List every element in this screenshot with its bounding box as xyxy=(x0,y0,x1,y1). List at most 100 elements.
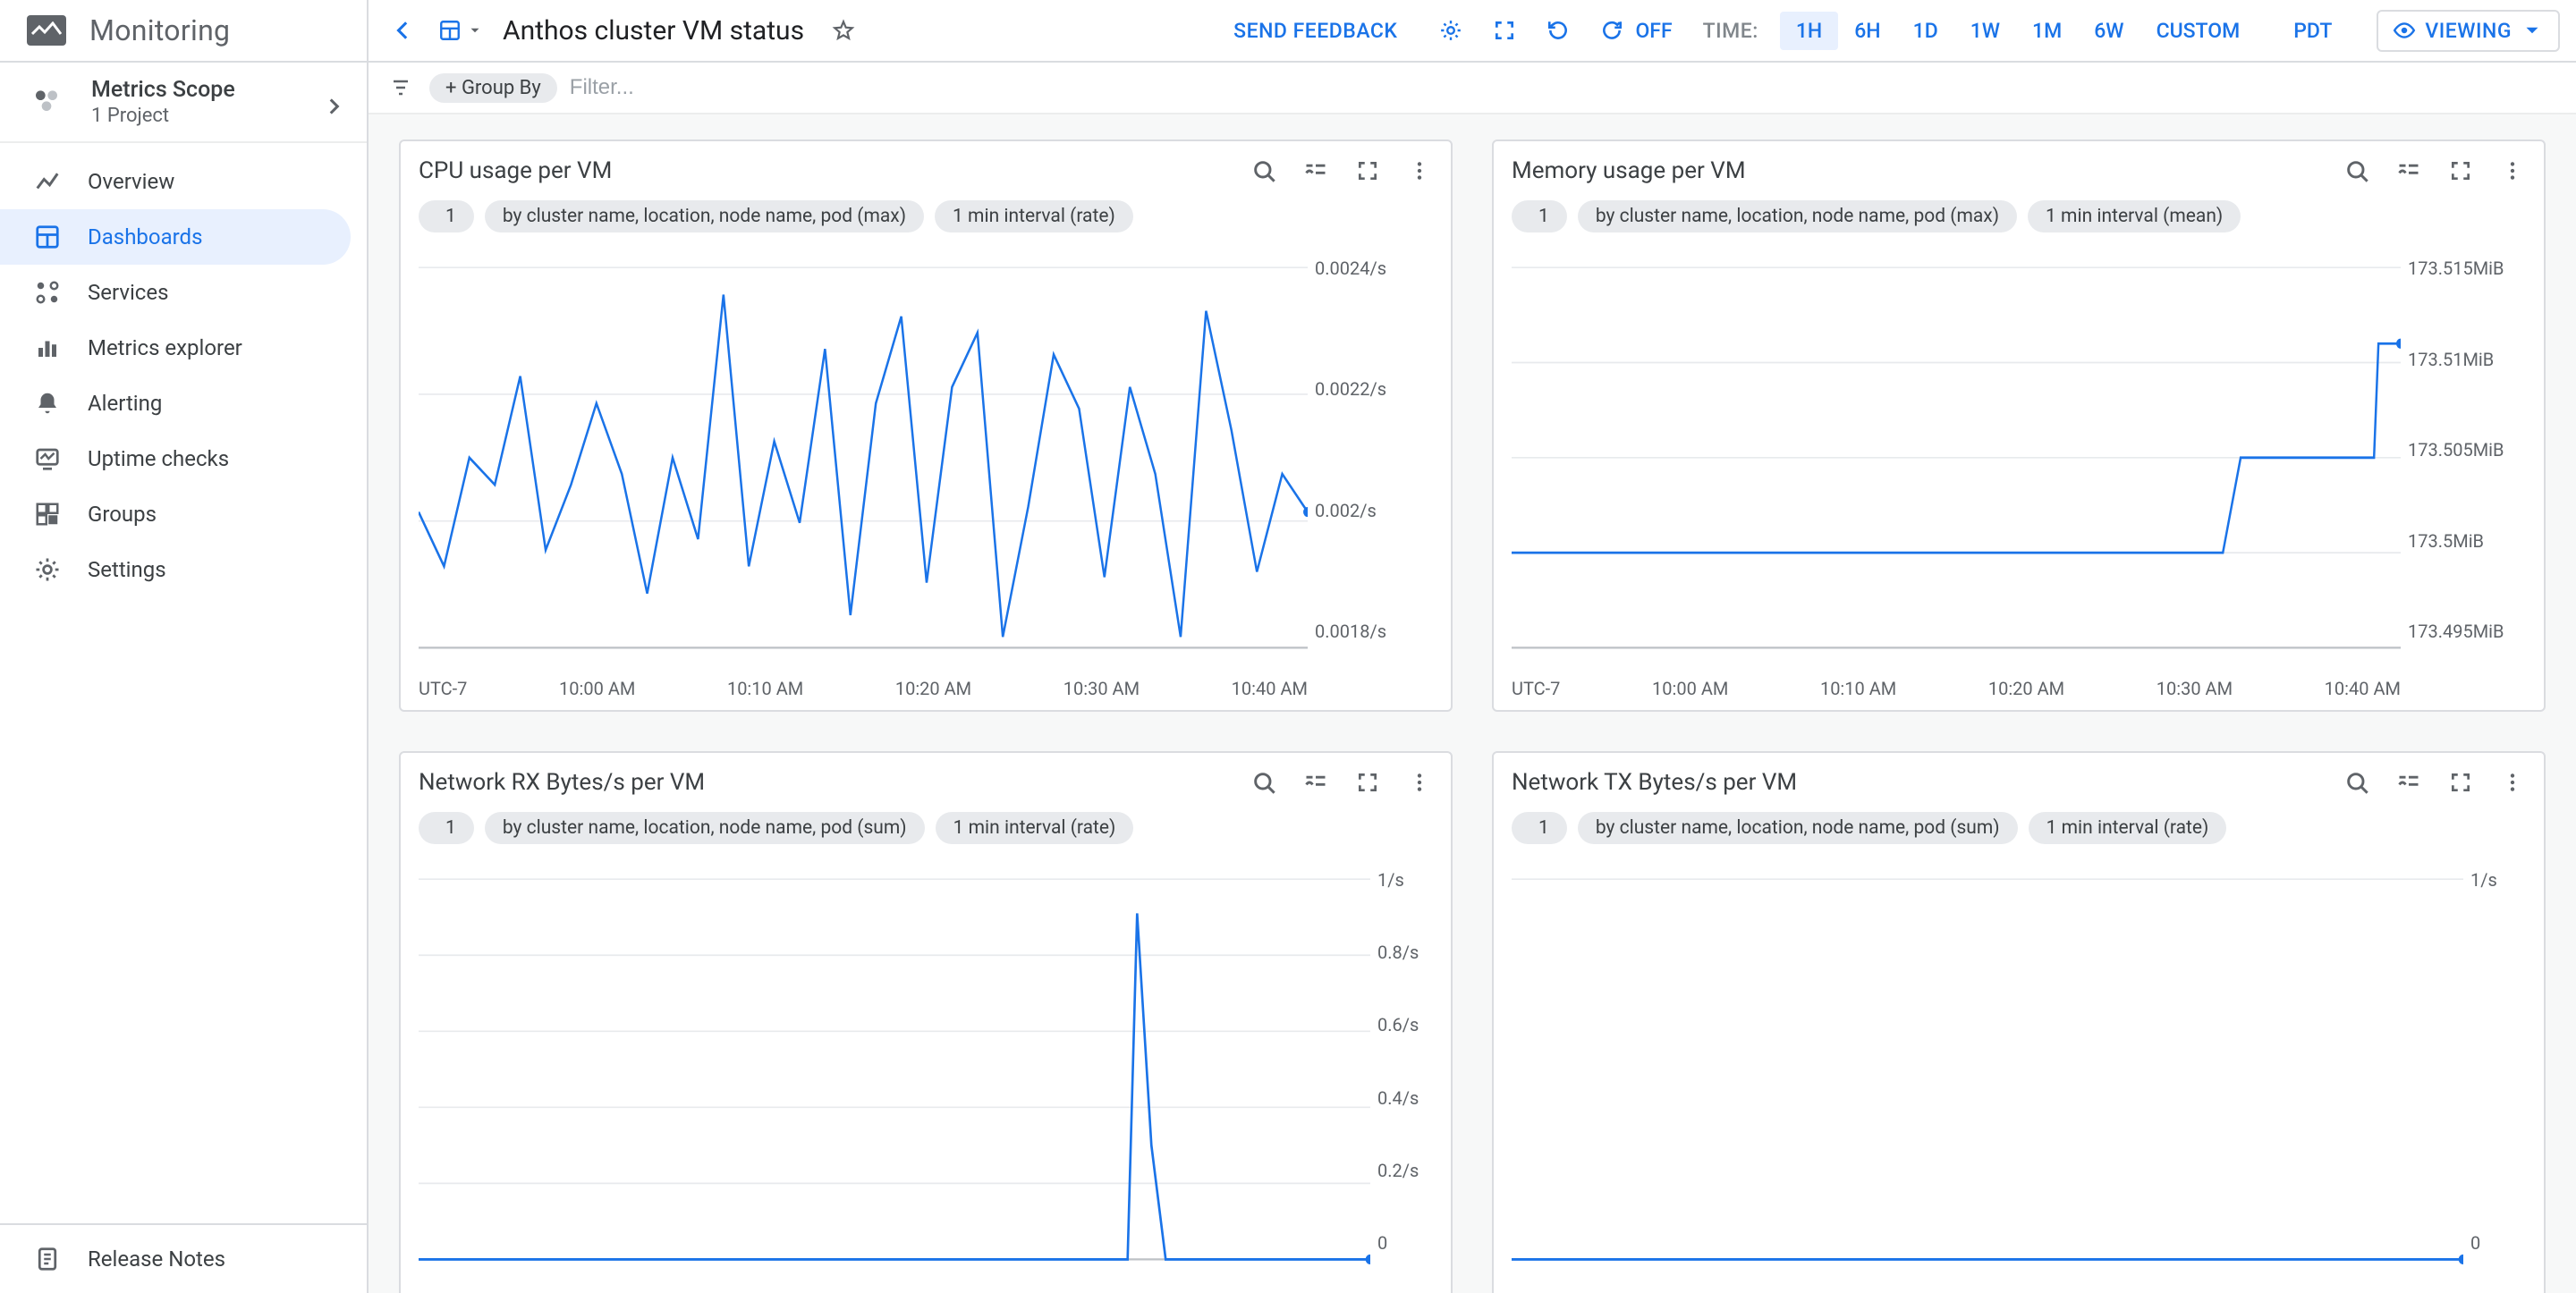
time-range-1w[interactable]: 1W xyxy=(1954,12,2016,50)
time-range-1h[interactable]: 1H xyxy=(1780,12,1838,50)
filter-count-chip[interactable]: 1 xyxy=(419,200,474,232)
filter-icon[interactable] xyxy=(385,72,417,104)
axis-label: 10:30 AM xyxy=(2207,1289,2283,1293)
scope-icon xyxy=(32,86,61,120)
notes-icon xyxy=(34,1246,61,1272)
filter-count-chip[interactable]: 1 xyxy=(1512,812,1567,844)
legend-button[interactable] xyxy=(1302,157,1329,184)
caret-down-icon xyxy=(2521,19,2544,42)
aggregation-chip[interactable]: by cluster name, location, node name, po… xyxy=(485,812,925,844)
group-by-chip[interactable]: + Group By xyxy=(429,73,557,103)
axis-label: 10:00 AM xyxy=(1652,678,1728,699)
sidebar-item-label: Settings xyxy=(88,557,166,582)
time-label: TIME: xyxy=(1703,19,1758,43)
sidebar-item-release-notes[interactable]: Release Notes xyxy=(0,1225,351,1293)
sidebar-footer: Release Notes xyxy=(0,1223,367,1293)
time-range-6w[interactable]: 6W xyxy=(2078,12,2140,50)
filter-count-chip[interactable]: 1 xyxy=(419,812,474,844)
axis-label: 10:10 AM xyxy=(752,1289,828,1293)
axis-label: 10:00 AM xyxy=(559,678,635,699)
sidebar-item-services[interactable]: Services xyxy=(0,265,351,320)
aggregation-chip[interactable]: by cluster name, location, node name, po… xyxy=(485,200,924,232)
more-button[interactable] xyxy=(2499,769,2526,796)
fullscreen-button[interactable] xyxy=(1354,157,1381,184)
axis-label: 10:20 AM xyxy=(2026,1289,2102,1293)
sidebar-item-metrics-explorer[interactable]: Metrics explorer xyxy=(0,320,351,376)
axis-label: 0.002/s xyxy=(1315,500,1433,521)
memory-chart: 173.515MiB173.51MiB173.505MiB173.5MiB173… xyxy=(1512,258,2526,678)
cpu-chart: 0.0024/s0.0022/s0.002/s0.0018/s xyxy=(419,258,1433,678)
legend-button[interactable] xyxy=(1302,769,1329,796)
groups-icon xyxy=(34,501,61,528)
sidebar-item-uptime[interactable]: Uptime checks xyxy=(0,431,351,486)
timezone-button[interactable]: PDT xyxy=(2277,12,2348,50)
scope-subtitle: 1 Project xyxy=(91,105,345,127)
sidebar-item-alerting[interactable]: Alerting xyxy=(0,376,351,431)
time-range-custom[interactable]: CUSTOM xyxy=(2140,12,2257,50)
axis-label: UTC-7 xyxy=(419,1289,467,1293)
time-range-1m[interactable]: 1M xyxy=(2016,12,2078,50)
sidebar-item-label: Dashboards xyxy=(88,224,202,249)
interval-chip[interactable]: 1 min interval (rate) xyxy=(2029,812,2227,844)
sidebar-item-dashboards[interactable]: Dashboards xyxy=(0,209,351,265)
axis-label: 173.515MiB xyxy=(2408,258,2526,279)
axis-label: 10:40 AM xyxy=(1232,678,1308,699)
sidebar-item-label: Overview xyxy=(88,169,174,194)
interval-chip[interactable]: 1 min interval (rate) xyxy=(936,812,1134,844)
viewing-mode-button[interactable]: VIEWING xyxy=(2377,10,2560,52)
dashboard-picker[interactable] xyxy=(438,19,483,42)
legend-button[interactable] xyxy=(2395,157,2422,184)
workspace: CPU usage per VM 1 by cluster name, loca… xyxy=(369,114,2576,1293)
axis-label: 173.5MiB xyxy=(2408,530,2526,552)
star-button[interactable] xyxy=(824,11,863,50)
tx-chart: 1/s0 xyxy=(1512,869,2526,1289)
fullscreen-button[interactable] xyxy=(2447,769,2474,796)
axis-label: 0.0022/s xyxy=(1315,378,1433,400)
monitoring-logo-icon xyxy=(27,15,66,46)
auto-refresh-toggle[interactable]: OFF xyxy=(1592,11,1688,50)
aggregation-chip[interactable]: by cluster name, location, node name, po… xyxy=(1578,200,2017,232)
filter-count-chip[interactable]: 1 xyxy=(1512,200,1567,232)
sidebar-item-overview[interactable]: Overview xyxy=(0,154,351,209)
more-button[interactable] xyxy=(1406,769,1433,796)
axis-label: 10:30 AM xyxy=(2157,678,2233,699)
axis-label: 10:40 AM xyxy=(2325,678,2401,699)
reset-zoom-button[interactable] xyxy=(1538,11,1578,50)
back-button[interactable] xyxy=(385,11,424,50)
more-button[interactable] xyxy=(1406,157,1433,184)
sidebar-item-groups[interactable]: Groups xyxy=(0,486,351,542)
axis-label: 0 xyxy=(1377,1232,1433,1254)
fullscreen-button[interactable] xyxy=(1485,11,1524,50)
time-range-1d[interactable]: 1D xyxy=(1897,12,1954,50)
metrics-scope-selector[interactable]: Metrics Scope 1 Project xyxy=(0,63,367,143)
fullscreen-button[interactable] xyxy=(2447,157,2474,184)
send-feedback-button[interactable]: SEND FEEDBACK xyxy=(1233,19,1397,43)
zoom-button[interactable] xyxy=(1250,769,1277,796)
dashboards-icon xyxy=(34,224,61,250)
filter-input[interactable] xyxy=(570,75,2560,100)
aggregation-chip[interactable]: by cluster name, location, node name, po… xyxy=(1578,812,2018,844)
zoom-button[interactable] xyxy=(1250,157,1277,184)
sidebar: Monitoring Metrics Scope 1 Project Overv… xyxy=(0,0,369,1293)
zoom-button[interactable] xyxy=(2343,769,2370,796)
settings-button[interactable] xyxy=(1431,11,1470,50)
fullscreen-button[interactable] xyxy=(1354,769,1381,796)
time-range-selector: 1H6H1D1W1M6WCUSTOM xyxy=(1780,12,2256,50)
axis-label: 10:10 AM xyxy=(1845,1289,1921,1293)
axis-label: 10:40 AM xyxy=(1294,1289,1370,1293)
more-button[interactable] xyxy=(2499,157,2526,184)
axis-label: 10:20 AM xyxy=(933,1289,1009,1293)
main: Anthos cluster VM status SEND FEEDBACK O… xyxy=(369,0,2576,1293)
axis-label: 10:30 AM xyxy=(1063,678,1140,699)
axis-label: 10:20 AM xyxy=(1988,678,2064,699)
time-range-6h[interactable]: 6H xyxy=(1838,12,1896,50)
refresh-icon xyxy=(1592,11,1631,50)
legend-button[interactable] xyxy=(2395,769,2422,796)
zoom-button[interactable] xyxy=(2343,157,2370,184)
axis-label: 173.495MiB xyxy=(2408,621,2526,642)
axis-label: UTC-7 xyxy=(1512,1289,1560,1293)
sidebar-item-settings[interactable]: Settings xyxy=(0,542,351,597)
sidebar-item-label: Services xyxy=(88,280,168,305)
interval-chip[interactable]: 1 min interval (mean) xyxy=(2028,200,2241,232)
interval-chip[interactable]: 1 min interval (rate) xyxy=(935,200,1133,232)
